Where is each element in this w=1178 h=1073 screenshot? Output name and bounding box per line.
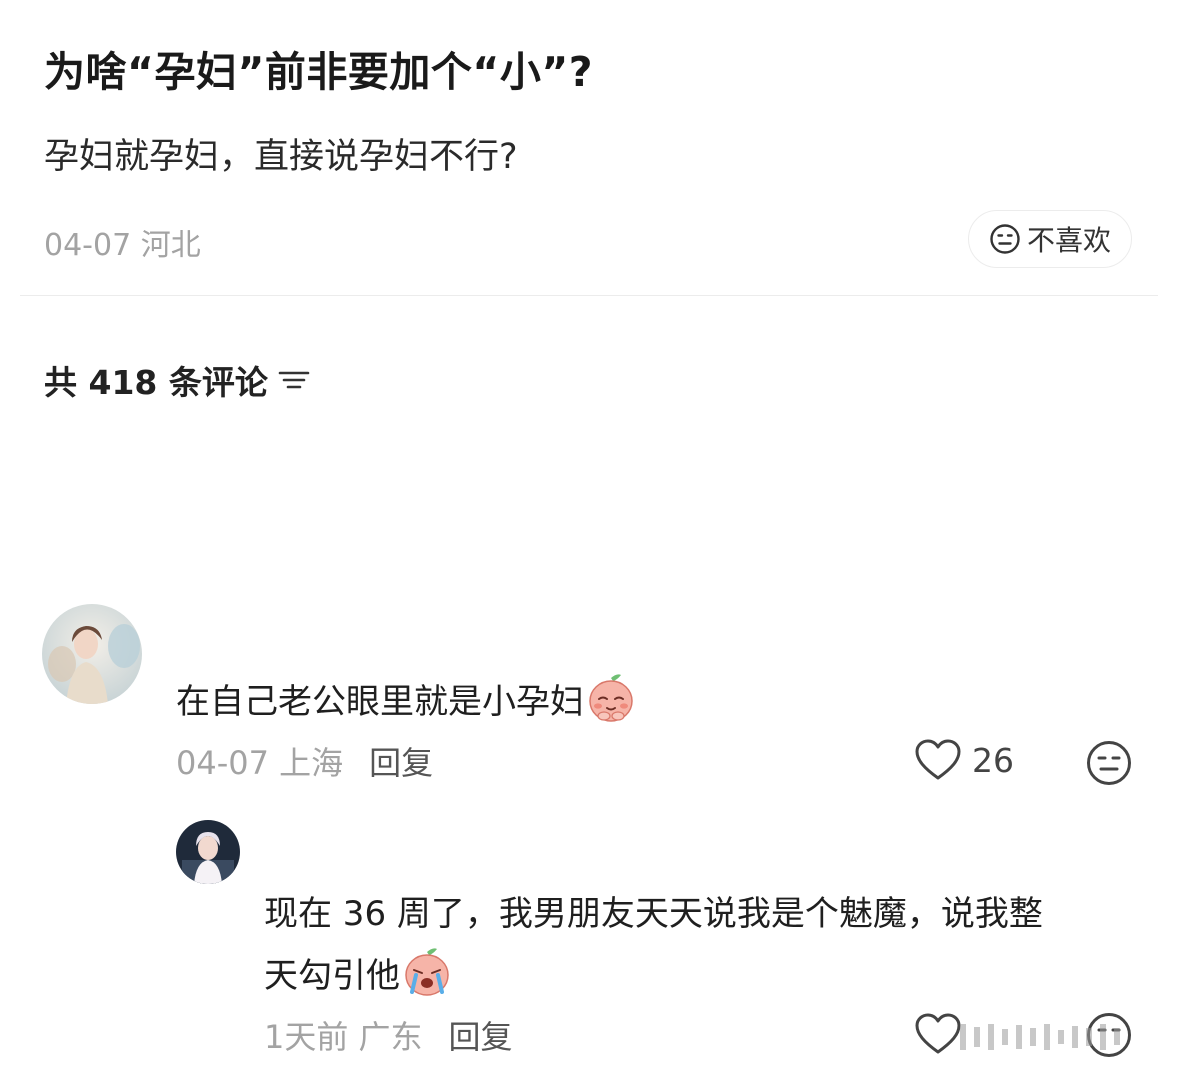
dislike-label: 不喜欢 xyxy=(1026,224,1111,257)
comment-text-line: 天勾引他 xyxy=(264,946,452,998)
watermark-mark xyxy=(1030,1028,1036,1046)
post-title: 为啥“孕妇”前非要加个“小”? xyxy=(44,48,594,96)
shy-peach-emoji-icon xyxy=(589,674,633,722)
comment-meta: 1天前 广东 回复 xyxy=(264,1012,513,1058)
reply-button[interactable]: 回复 xyxy=(449,1018,513,1056)
watermark-mark xyxy=(988,1024,994,1050)
meh-face-icon xyxy=(990,224,1020,254)
watermark-mark xyxy=(1016,1025,1022,1049)
avatar[interactable] xyxy=(176,820,240,884)
heart-icon xyxy=(915,739,961,780)
comment-text: 在自己老公眼里就是小孕妇 xyxy=(176,672,636,724)
watermark-mark xyxy=(1044,1024,1050,1050)
comment-date-location: 04-07 上海 xyxy=(176,744,344,782)
like-button[interactable]: 26 xyxy=(914,738,1014,782)
like-count: 26 xyxy=(972,740,1014,780)
heart-icon[interactable] xyxy=(914,1012,962,1056)
comment-text-content: 在自己老公眼里就是小孕妇 xyxy=(176,681,584,722)
sort-icon[interactable] xyxy=(278,367,310,393)
divider xyxy=(20,295,1158,296)
avatar[interactable] xyxy=(42,604,142,704)
watermark-mark xyxy=(1100,1024,1106,1050)
comment-count-header: 共 418 条评论 xyxy=(44,356,310,404)
watermark-mark xyxy=(1086,1028,1092,1046)
watermark-mark xyxy=(1002,1029,1008,1045)
comment-meta: 04-07 上海 回复 xyxy=(176,738,433,784)
crying-peach-emoji-icon xyxy=(405,948,449,996)
watermark-mark xyxy=(1058,1030,1064,1044)
comment-text-line: 现在 36 周了，我男朋友天天说我是个魅魔，说我整 xyxy=(264,894,1043,934)
post-meta: 04-07 河北 xyxy=(44,228,201,263)
watermark-mark xyxy=(974,1027,980,1047)
comment-date-location: 1天前 广东 xyxy=(264,1018,423,1056)
comment-count-label: 共 418 条评论 xyxy=(44,363,268,402)
reply-button[interactable]: 回复 xyxy=(369,744,433,782)
watermark-mark xyxy=(960,1024,966,1050)
watermark xyxy=(960,1024,1120,1050)
watermark-mark xyxy=(1114,1029,1120,1045)
watermark-mark xyxy=(1072,1026,1078,1048)
dislike-button[interactable]: 不喜欢 xyxy=(968,210,1132,268)
comment-text-content: 天勾引他 xyxy=(264,955,400,996)
dislike-face-icon[interactable] xyxy=(1086,740,1132,786)
post-body: 孕妇就孕妇，直接说孕妇不行? xyxy=(44,137,518,177)
